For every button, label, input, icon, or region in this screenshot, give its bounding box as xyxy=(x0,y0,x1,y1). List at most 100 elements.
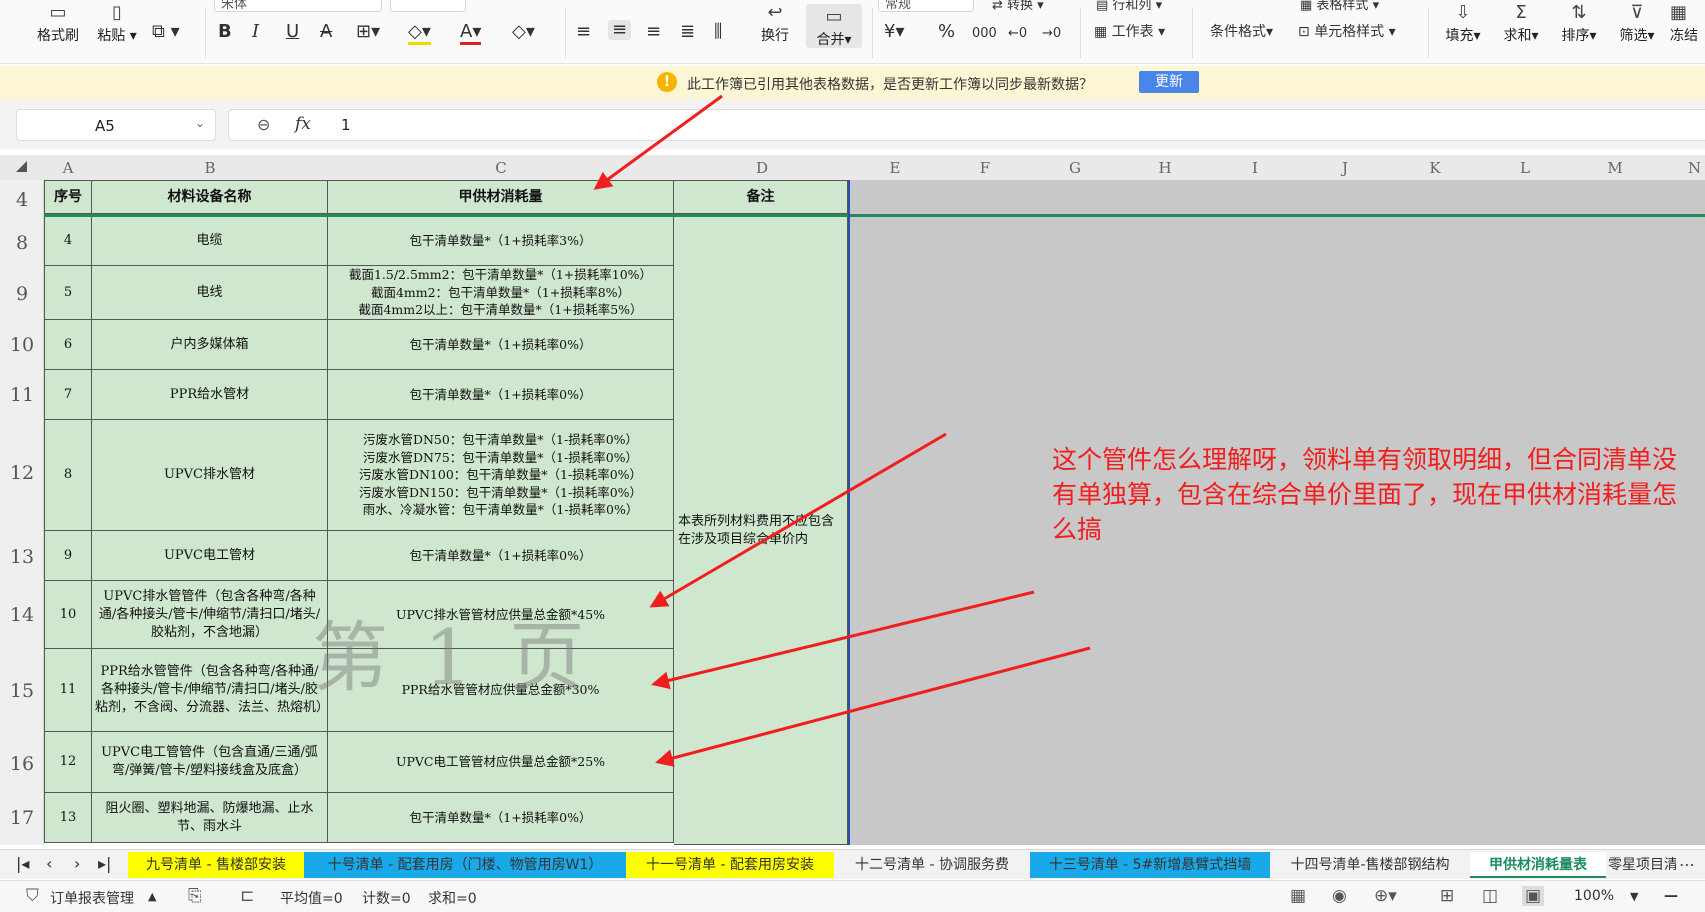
row-header[interactable]: 8 xyxy=(0,232,44,254)
distribute-icon[interactable]: ⫼ xyxy=(714,22,722,42)
table-cell-qty[interactable]: 包干清单数量*（1+损耗率3%） xyxy=(328,217,674,266)
align-right-icon[interactable]: ≡ xyxy=(646,22,661,42)
sheet-tab[interactable]: 十一号清单 - 配套用房安装 xyxy=(626,852,834,878)
table-cell-no[interactable]: 8 xyxy=(44,420,92,531)
justify-icon[interactable]: ≣ xyxy=(680,22,695,42)
table-cell-name[interactable]: PPR给水管管件（包含各种弯/各种通/各种接头/管卡/伸缩节/清扫口/堵头/胶粘… xyxy=(92,649,328,732)
column-header-a[interactable]: A xyxy=(44,155,92,180)
table-cell-no[interactable]: 10 xyxy=(44,581,92,649)
column-header-l[interactable]: L xyxy=(1480,155,1570,180)
font-name-select[interactable]: 宋体 xyxy=(214,0,382,12)
strikethrough-icon[interactable]: A xyxy=(320,22,332,42)
page-view-icon[interactable]: ◫ xyxy=(1482,886,1498,906)
table-cell-no[interactable]: 13 xyxy=(44,793,92,843)
normal-view-icon[interactable]: ⊞ xyxy=(1440,886,1454,906)
column-header-j[interactable]: J xyxy=(1300,155,1390,180)
table-cell-name[interactable]: 户内多媒体箱 xyxy=(92,320,328,370)
row-header[interactable]: 12 xyxy=(0,462,44,484)
sheet-tab[interactable]: 十四号清单-售楼部钢结构 xyxy=(1270,852,1470,878)
fill-color-icon[interactable]: ◇▾ xyxy=(408,22,431,45)
table-cell-name[interactable]: UPVC电工管材 xyxy=(92,531,328,581)
thousands-icon[interactable]: 000 xyxy=(972,24,997,44)
table-style-button[interactable]: ▦ 表格样式 ▾ xyxy=(1300,0,1379,16)
cell-style-button[interactable]: ⊡ 单元格样式 ▾ xyxy=(1298,22,1396,42)
eraser-icon[interactable]: ◇▾ xyxy=(512,22,535,42)
table-cell-name[interactable]: UPVC排水管管件（包含各种弯/各种通/各种接头/管卡/伸缩节/清扫口/堵头/胶… xyxy=(92,581,328,649)
sheet-tab-active[interactable]: 甲供材消耗量表 xyxy=(1470,852,1606,878)
table-cell-qty[interactable]: 包干清单数量*（1+损耗率0%） xyxy=(328,793,674,843)
table-cell-no[interactable]: 11 xyxy=(44,649,92,732)
update-button[interactable]: 更新 xyxy=(1139,71,1199,93)
fill-button[interactable]: ⇩ 填充▾ xyxy=(1440,4,1486,45)
increase-decimal-icon[interactable]: ←0 xyxy=(1008,24,1027,44)
table-cell-qty[interactable]: 包干清单数量*（1+损耗率0%） xyxy=(328,531,674,581)
chevron-up-icon[interactable]: ▲ xyxy=(148,890,156,903)
zoom-icon[interactable]: ⊖ xyxy=(257,115,270,134)
table-cell-qty[interactable]: UPVC电工管管材应供量总金额*25% xyxy=(328,732,674,793)
macro-label[interactable]: 订单报表管理 xyxy=(50,888,134,908)
align-left-icon[interactable]: ≡ xyxy=(576,22,591,42)
row-header[interactable]: 16 xyxy=(0,753,44,775)
table-cell-qty[interactable]: 污废水管DN50：包干清单数量*（1-损耗率0%） 污废水管DN75：包干清单数… xyxy=(328,420,674,531)
table-cell-no[interactable]: 7 xyxy=(44,370,92,420)
table-cell-no[interactable]: 4 xyxy=(44,217,92,266)
grid-view-icon[interactable]: ▦ xyxy=(1290,886,1306,906)
table-cell-no[interactable]: 12 xyxy=(44,732,92,793)
merge-button[interactable]: ▭ 合并▾ xyxy=(806,4,862,48)
table-cell-no[interactable]: 6 xyxy=(44,320,92,370)
table-cell-name[interactable]: 电缆 xyxy=(92,217,328,266)
row-header[interactable]: 15 xyxy=(0,680,44,702)
filter-button[interactable]: ⊽ 筛选▾ xyxy=(1614,4,1660,45)
sort-button[interactable]: ⇅ 排序▾ xyxy=(1556,4,1602,45)
row-header[interactable]: 14 xyxy=(0,604,44,626)
header-cell-remark[interactable]: 备注 xyxy=(674,180,848,214)
select-all-corner[interactable] xyxy=(16,161,27,172)
currency-icon[interactable]: ¥▾ xyxy=(884,22,905,42)
first-sheet-icon[interactable]: |◂ xyxy=(16,854,29,873)
convert-button[interactable]: ⇄ 转换 ▾ xyxy=(992,0,1044,16)
row-header[interactable]: 4 xyxy=(0,189,44,211)
table-cell-name[interactable]: 电线 xyxy=(92,266,328,320)
table-cell-name[interactable]: 阻火圈、塑料地漏、防爆地漏、止水节、雨水斗 xyxy=(92,793,328,843)
table-cell-qty[interactable]: 包干清单数量*（1+损耗率0%） xyxy=(328,320,674,370)
font-size-select[interactable] xyxy=(390,0,466,12)
column-header-f[interactable]: F xyxy=(940,155,1030,180)
bold-icon[interactable]: B xyxy=(218,22,232,42)
worksheet-button[interactable]: ▦ 工作表 ▾ xyxy=(1094,22,1165,42)
row-header[interactable]: 10 xyxy=(0,334,44,356)
underline-icon[interactable]: U xyxy=(286,22,299,42)
column-header-n[interactable]: N xyxy=(1660,155,1705,180)
function-icon[interactable]: fx xyxy=(295,114,311,134)
percent-icon[interactable]: % xyxy=(938,22,955,42)
row-header[interactable]: 9 xyxy=(0,283,44,305)
column-header-h[interactable]: H xyxy=(1120,155,1210,180)
header-cell-name[interactable]: 材料设备名称 xyxy=(92,180,328,214)
row-header[interactable]: 11 xyxy=(0,384,44,406)
table-cell-qty[interactable]: PPR给水管管材应供量总金额*30% xyxy=(328,649,674,732)
table-cell-qty[interactable]: 截面1.5/2.5mm2：包干清单数量*（1+损耗率10%） 截面4mm2：包干… xyxy=(328,266,674,320)
align-center-icon[interactable]: ≡ xyxy=(608,20,632,40)
table-cell-qty[interactable]: UPVC排水管管材应供量总金额*45% xyxy=(328,581,674,649)
table-cell-name[interactable]: UPVC排水管材 xyxy=(92,420,328,531)
column-header-m[interactable]: M xyxy=(1570,155,1660,180)
sheet-tab[interactable]: 九号清单 - 售楼部安装 xyxy=(128,852,304,878)
sum-button[interactable]: Σ 求和▾ xyxy=(1498,4,1544,45)
table-cell-no[interactable]: 5 xyxy=(44,266,92,320)
last-sheet-icon[interactable]: ▸| xyxy=(98,854,111,873)
sheet-tab[interactable]: 零星项目清 xyxy=(1606,852,1676,878)
wrap-text-button[interactable]: ↩ 换行 xyxy=(750,4,800,45)
copy-dropdown[interactable]: ⧉ ▾ xyxy=(152,22,180,42)
freeze-button[interactable]: ▦ 冻结 xyxy=(1670,4,1705,44)
formula-input[interactable]: ⊖ fx 1 xyxy=(228,109,1705,141)
page-layout-icon[interactable]: ⊏ xyxy=(240,886,254,906)
table-cell-qty[interactable]: 包干清单数量*（1+损耗率0%） xyxy=(328,370,674,420)
next-sheet-icon[interactable]: › xyxy=(74,854,80,873)
format-painter-button[interactable]: ▭ 格式刷 xyxy=(34,4,82,45)
sheet-tab[interactable]: 十二号清单 - 协调服务费 xyxy=(834,852,1030,878)
paste-button[interactable]: ▯ 粘贴 ▾ xyxy=(92,4,142,45)
page-break-view-icon[interactable]: ▣ xyxy=(1522,886,1545,906)
row-header[interactable]: 17 xyxy=(0,807,44,829)
font-color-icon[interactable]: A▾ xyxy=(460,22,482,45)
decrease-decimal-icon[interactable]: →0 xyxy=(1042,24,1061,44)
header-cell-qty[interactable]: 甲供材消耗量 xyxy=(328,180,674,214)
